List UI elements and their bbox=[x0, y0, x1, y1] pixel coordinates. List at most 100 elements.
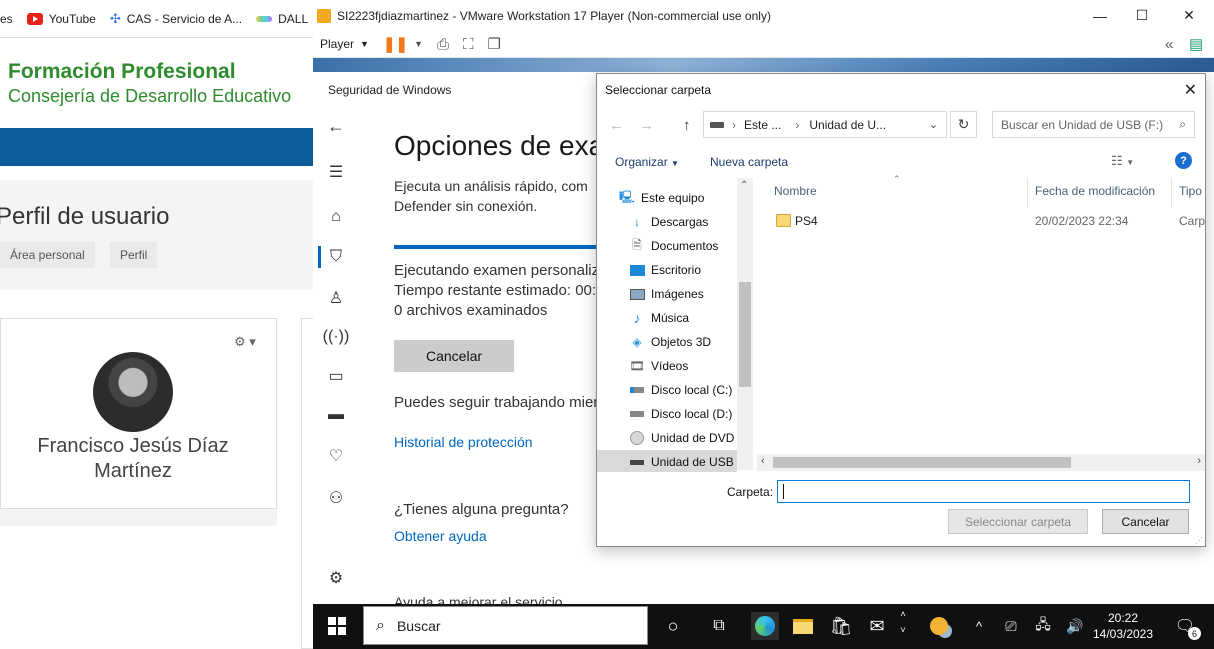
collapse-icon[interactable]: « bbox=[1165, 36, 1173, 53]
chevron-down-icon[interactable]: ▼ bbox=[414, 39, 423, 49]
network-icon[interactable]: ((·)) bbox=[314, 328, 358, 346]
send-ctrl-alt-del-icon[interactable]: ⎙ bbox=[437, 36, 449, 53]
question-heading: ¿Tienes alguna pregunta? bbox=[394, 501, 569, 518]
address-segment-usb[interactable]: Unidad de U... bbox=[809, 118, 886, 132]
meet-now-icon[interactable]: ⎚ bbox=[997, 612, 1025, 640]
unity-icon[interactable]: ❐ bbox=[488, 35, 501, 53]
fullscreen-icon[interactable]: ⛶ bbox=[463, 36, 474, 53]
up-arrow-icon[interactable]: ↑ bbox=[683, 117, 691, 134]
nav-item-label: Vídeos bbox=[651, 359, 689, 373]
chevron-up-icon[interactable]: ⌃ bbox=[740, 180, 748, 191]
start-button[interactable] bbox=[323, 612, 351, 640]
table-row[interactable]: PS4 20/02/2023 22:34 Carpe bbox=[757, 210, 1205, 232]
nav-item-pictures[interactable]: Imágenes bbox=[629, 283, 704, 305]
system-clock[interactable]: 20:22 14/03/2023 bbox=[1085, 610, 1161, 642]
player-menu[interactable]: Player ▼ bbox=[320, 37, 369, 51]
account-icon[interactable]: ♙ bbox=[314, 288, 358, 308]
nav-item-disk-d[interactable]: Disco local (D:) bbox=[629, 403, 732, 425]
organize-menu[interactable]: Organizar ▼ bbox=[615, 155, 679, 169]
nav-item-dvd[interactable]: Unidad de DVD ( bbox=[629, 427, 742, 449]
refresh-button[interactable]: ↻ bbox=[950, 111, 977, 138]
nav-item-disk-c[interactable]: Disco local (C:) bbox=[629, 379, 732, 401]
mail-icon[interactable]: ✉ bbox=[863, 612, 891, 640]
notes-icon[interactable]: ▤ bbox=[1189, 35, 1203, 53]
column-divider[interactable] bbox=[1171, 178, 1172, 208]
view-options-icon[interactable]: ☷ ▼ bbox=[1111, 153, 1134, 169]
taskbar-search-input[interactable]: ⌕ Buscar bbox=[363, 606, 648, 645]
file-explorer-icon[interactable] bbox=[789, 612, 817, 640]
nav-scrollbar-thumb[interactable] bbox=[739, 282, 751, 387]
horizontal-scrollbar-thumb[interactable] bbox=[773, 457, 1071, 468]
notification-center-icon[interactable]: 🗨 6 bbox=[1171, 612, 1201, 640]
chevron-up-icon[interactable]: ^ bbox=[965, 612, 993, 640]
address-segment-this-pc[interactable]: Este ... bbox=[744, 118, 781, 132]
nav-item-usb[interactable]: Unidad de USB ( bbox=[629, 451, 741, 473]
column-divider[interactable] bbox=[1027, 178, 1028, 208]
bookmark-label: CAS - Servicio de A... bbox=[126, 11, 243, 26]
nav-item-desktop[interactable]: Escritorio bbox=[629, 259, 701, 281]
bookmark-cas[interactable]: ✣ CAS - Servicio de A... bbox=[110, 11, 242, 27]
resize-grip-icon[interactable]: ⋰ bbox=[1195, 536, 1203, 545]
nav-item-documents[interactable]: 🗎 Documentos bbox=[629, 235, 718, 257]
store-icon[interactable]: 🛍 bbox=[827, 612, 855, 640]
close-button[interactable]: ✕ bbox=[1166, 0, 1212, 31]
network-icon[interactable]: 🖧 bbox=[1029, 612, 1057, 640]
chevron-left-icon[interactable]: ‹ bbox=[761, 455, 765, 467]
pause-icon[interactable]: ❚❚ bbox=[383, 35, 408, 53]
new-folder-button[interactable]: Nueva carpeta bbox=[710, 155, 788, 169]
family-icon[interactable]: ⚇ bbox=[314, 488, 358, 508]
bookmark-dall[interactable]: DALL bbox=[256, 12, 308, 26]
profile-card-footer bbox=[0, 508, 277, 526]
protection-history-link[interactable]: Historial de protección bbox=[394, 434, 533, 450]
health-icon[interactable]: ♡ bbox=[314, 446, 358, 466]
home-icon[interactable]: ⌂ bbox=[314, 208, 358, 226]
edge-icon[interactable] bbox=[751, 612, 779, 640]
nav-item-this-pc[interactable]: 🖳 Este equipo bbox=[619, 187, 704, 209]
documents-icon: 🗎 bbox=[632, 237, 642, 252]
vmware-title: SI2223fjdiazmartinez - VMware Workstatio… bbox=[337, 8, 771, 23]
nav-item-label: Documentos bbox=[651, 239, 719, 253]
nav-item-downloads[interactable]: ↓ Descargas bbox=[629, 211, 708, 233]
close-icon[interactable]: ✕ bbox=[1184, 80, 1197, 100]
continue-working-text: Puedes seguir trabajando mien bbox=[394, 394, 602, 411]
nav-item-music[interactable]: ♪ Música bbox=[629, 307, 690, 329]
maximize-button[interactable]: ☐ bbox=[1119, 0, 1165, 31]
help-icon[interactable]: ? bbox=[1175, 152, 1192, 169]
device-icon[interactable]: ▬ bbox=[314, 406, 358, 424]
address-bar[interactable]: › Este ... › Unidad de U... ⌄ bbox=[703, 111, 947, 138]
nav-item-videos[interactable]: 🎞 Vídeos bbox=[629, 355, 688, 377]
back-arrow-icon[interactable]: ← bbox=[609, 117, 624, 134]
downloads-icon: ↓ bbox=[634, 215, 640, 229]
nav-item-label: Unidad de USB ( bbox=[651, 455, 742, 469]
cancel-scan-button[interactable]: Cancelar bbox=[394, 340, 514, 372]
minimize-button[interactable]: — bbox=[1077, 0, 1123, 31]
cancel-button[interactable]: Cancelar bbox=[1102, 509, 1189, 534]
get-help-link[interactable]: Obtener ayuda bbox=[394, 528, 487, 544]
chevron-right-icon[interactable]: › bbox=[1197, 455, 1201, 467]
cortana-icon[interactable]: ○ bbox=[659, 612, 687, 640]
settings-gear-icon[interactable]: ⚙ bbox=[314, 568, 358, 588]
refresh-icon: ↻ bbox=[957, 116, 970, 132]
weather-icon[interactable] bbox=[925, 612, 953, 640]
nav-item-3d-objects[interactable]: ◈ Objetos 3D bbox=[629, 331, 711, 353]
bookmark-es[interactable]: es bbox=[0, 12, 13, 26]
forward-arrow-icon[interactable]: → bbox=[639, 117, 654, 134]
column-header-modified[interactable]: Fecha de modificación bbox=[1035, 184, 1155, 198]
select-folder-button[interactable]: Seleccionar carpeta bbox=[948, 509, 1088, 534]
dall-icon bbox=[256, 15, 273, 22]
folder-input[interactable] bbox=[777, 480, 1190, 503]
search-input[interactable]: Buscar en Unidad de USB (F:) ⌕ bbox=[992, 111, 1195, 138]
back-arrow-icon[interactable]: ← bbox=[314, 116, 358, 137]
column-header-name[interactable]: Nombre bbox=[774, 184, 817, 198]
app-browser-icon[interactable]: ▭ bbox=[314, 366, 358, 386]
bookmark-youtube[interactable]: YouTube bbox=[26, 12, 96, 26]
column-header-type[interactable]: Tipo bbox=[1179, 184, 1202, 198]
breadcrumb-perfil[interactable]: Perfil bbox=[110, 242, 158, 268]
chevron-down-icon[interactable]: ⌄ bbox=[929, 118, 938, 131]
desktop-icon bbox=[629, 263, 645, 277]
settings-gear-icon[interactable]: ⚙ ▾ bbox=[234, 334, 256, 350]
taskbar-scroll-arrows[interactable]: ˄ ˅ bbox=[897, 608, 909, 636]
breadcrumb-area-personal[interactable]: Área personal bbox=[0, 242, 95, 268]
hamburger-icon[interactable]: ☰ bbox=[314, 162, 358, 182]
task-view-icon[interactable]: ⧉ bbox=[705, 612, 733, 640]
